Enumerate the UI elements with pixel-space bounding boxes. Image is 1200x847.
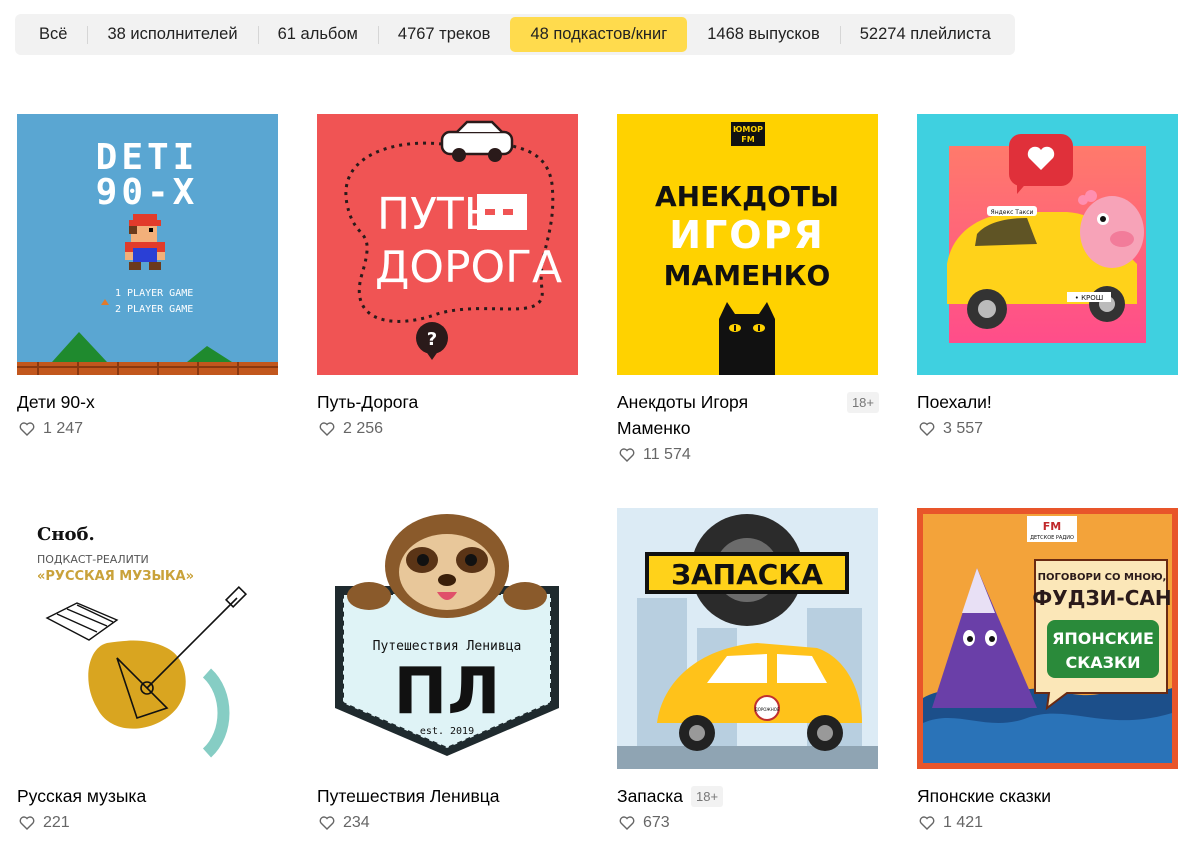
radio-logo: FM ДЕТСКОЕ РАДИО bbox=[1027, 516, 1077, 542]
heart-outline-icon[interactable] bbox=[919, 422, 935, 436]
podcast-title[interactable]: Путешествия Ленивца bbox=[317, 783, 500, 809]
cover-text: МАМЕНКО bbox=[664, 259, 831, 292]
podcast-card: ПУТЬ ДОРОГА ? Путь-Дорога 2 256 bbox=[317, 114, 579, 439]
brand-logo: Сноб. bbox=[37, 524, 95, 545]
cover-art-road: ПУТЬ ДОРОГА ? bbox=[317, 114, 578, 375]
heart-bubble-icon bbox=[1009, 134, 1073, 194]
podcast-cover[interactable]: ЮМОР FM АНЕКДОТЫ ИГОРЯ МАМЕНКО bbox=[617, 114, 878, 375]
heart-outline-icon[interactable] bbox=[319, 422, 335, 436]
podcast-title[interactable]: Путь-Дорога bbox=[317, 389, 418, 415]
cover-art-spare-tire: ЗАПАСКА ДОРОЖНОЕ bbox=[617, 508, 878, 769]
heart-outline-icon[interactable] bbox=[319, 816, 335, 830]
cover-text: 2 PLAYER GAME bbox=[115, 304, 193, 315]
likes-counter: 3 557 bbox=[917, 419, 1179, 439]
likes-counter: 234 bbox=[317, 813, 579, 833]
cover-text: ФУДЗИ-САН bbox=[1032, 586, 1171, 610]
svg-text:?: ? bbox=[427, 329, 437, 350]
cover-text: ИГОРЯ bbox=[669, 213, 824, 257]
svg-text:FM: FM bbox=[1043, 520, 1061, 533]
likes-counter: 11 574 bbox=[617, 445, 879, 465]
podcast-title[interactable]: Дети 90-х bbox=[17, 389, 95, 415]
podcast-card: ЮМОР FM АНЕКДОТЫ ИГОРЯ МАМЕНКО Анекдоты … bbox=[617, 114, 879, 465]
tab-playlists[interactable]: 52274 плейлиста bbox=[839, 17, 1011, 52]
likes-count: 2 256 bbox=[343, 420, 384, 437]
cover-art-retro-game: DETI 90-X 1 PLAYER GAME 2 PLAYER GAME bbox=[17, 114, 278, 375]
heart-outline-icon[interactable] bbox=[19, 422, 35, 436]
cover-text: СКАЗКИ bbox=[1065, 653, 1140, 672]
likes-counter: 221 bbox=[17, 813, 279, 833]
cover-text: Путешествия Ленивца bbox=[373, 639, 522, 654]
likes-count: 1 247 bbox=[43, 420, 84, 437]
cover-art-sloth: Путешествия Ленивца ПЛ est. 2019 bbox=[317, 508, 578, 769]
cover-art-jokes: ЮМОР FM АНЕКДОТЫ ИГОРЯ МАМЕНКО bbox=[617, 114, 878, 375]
podcast-title[interactable]: Поехали! bbox=[917, 389, 992, 415]
podcast-title[interactable]: Анекдоты Игоря Маменко bbox=[617, 389, 817, 441]
cover-text: est. 2019 bbox=[420, 726, 474, 737]
likes-count: 234 bbox=[343, 814, 370, 831]
cover-text: ДОРОГА bbox=[375, 242, 562, 293]
heart-outline-icon[interactable] bbox=[619, 816, 635, 830]
cover-text: ПОДКАСТ-РЕАЛИТИ bbox=[37, 553, 149, 566]
heart-outline-icon[interactable] bbox=[19, 816, 35, 830]
age-rating-badge: 18+ bbox=[691, 786, 724, 807]
cover-text: ЯПОНСКИЕ bbox=[1052, 629, 1154, 648]
cover-art-taxi: Яндекс Такси • КРОШ bbox=[917, 114, 1178, 375]
cover-text: ЗАПАСКА bbox=[671, 558, 823, 591]
podcast-title[interactable]: Японские сказки bbox=[917, 783, 1051, 809]
podcast-card: Яндекс Такси • КРОШ Поехали! 3 557 bbox=[917, 114, 1179, 439]
svg-text:ДОРОЖНОЕ: ДОРОЖНОЕ bbox=[755, 707, 780, 712]
cover-text: АНЕКДОТЫ bbox=[655, 180, 839, 213]
likes-count: 221 bbox=[43, 814, 70, 831]
svg-text:• КРОШ: • КРОШ bbox=[1075, 294, 1104, 302]
likes-counter: 673 bbox=[617, 813, 879, 833]
heart-outline-icon[interactable] bbox=[919, 816, 935, 830]
svg-text:Яндекс Такси: Яндекс Такси bbox=[991, 209, 1034, 216]
likes-count: 3 557 bbox=[943, 420, 984, 437]
cover-art-russian-music: Сноб. ПОДКАСТ-РЕАЛИТИ «РУССКАЯ МУЗЫКА» bbox=[17, 508, 278, 769]
podcast-title[interactable]: Русская музыка bbox=[17, 783, 146, 809]
podcast-cover[interactable]: Путешествия Ленивца ПЛ est. 2019 bbox=[317, 508, 578, 769]
cover-text: ПОГОВОРИ СО МНОЮ, bbox=[1038, 572, 1167, 583]
humor-fm-logo: ЮМОР FM bbox=[731, 122, 765, 146]
podcast-card: ЗАПАСКА ДОРОЖНОЕ Запаска 18+ 673 bbox=[617, 508, 879, 833]
tab-episodes[interactable]: 1468 выпусков bbox=[687, 17, 840, 52]
heart-outline-icon[interactable] bbox=[619, 448, 635, 462]
likes-counter: 2 256 bbox=[317, 419, 579, 439]
podcast-cover[interactable]: Яндекс Такси • КРОШ bbox=[917, 114, 1178, 375]
tab-tracks[interactable]: 4767 треков bbox=[377, 17, 511, 52]
cover-text: 1 PLAYER GAME bbox=[115, 288, 193, 299]
likes-count: 673 bbox=[643, 814, 670, 831]
podcast-card: Сноб. ПОДКАСТ-РЕАЛИТИ «РУССКАЯ МУЗЫКА» Р… bbox=[17, 508, 279, 833]
cover-text: «РУССКАЯ МУЗЫКА» bbox=[37, 569, 194, 584]
tab-podcasts-books[interactable]: 48 подкастов/книг bbox=[510, 17, 688, 52]
likes-counter: 1 247 bbox=[17, 419, 279, 439]
svg-text:FM: FM bbox=[741, 135, 754, 144]
tab-all[interactable]: Всё bbox=[19, 17, 87, 52]
tab-artists[interactable]: 38 исполнителей bbox=[87, 17, 257, 52]
podcast-card: Путешествия Ленивца ПЛ est. 2019 Путешес… bbox=[317, 508, 579, 833]
cover-art-japanese-tales: FM ДЕТСКОЕ РАДИО ПОГОВОРИ СО МНОЮ, ФУДЗИ… bbox=[917, 508, 1178, 769]
cover-text: 90-X bbox=[96, 172, 199, 213]
podcast-cover[interactable]: ПУТЬ ДОРОГА ? bbox=[317, 114, 578, 375]
podcast-cover[interactable]: ЗАПАСКА ДОРОЖНОЕ bbox=[617, 508, 878, 769]
likes-count: 1 421 bbox=[943, 814, 984, 831]
podcast-card: DETI 90-X 1 PLAYER GAME 2 PLAYER GAME Де… bbox=[17, 114, 279, 439]
age-rating-badge: 18+ bbox=[846, 392, 879, 413]
likes-count: 11 574 bbox=[643, 446, 691, 463]
podcast-cover[interactable]: Сноб. ПОДКАСТ-РЕАЛИТИ «РУССКАЯ МУЗЫКА» bbox=[17, 508, 278, 769]
likes-counter: 1 421 bbox=[917, 813, 1179, 833]
podcast-card: FM ДЕТСКОЕ РАДИО ПОГОВОРИ СО МНОЮ, ФУДЗИ… bbox=[917, 508, 1179, 833]
svg-text:ДЕТСКОЕ РАДИО: ДЕТСКОЕ РАДИО bbox=[1030, 535, 1074, 541]
tab-albums[interactable]: 61 альбом bbox=[257, 17, 378, 52]
podcast-title[interactable]: Запаска bbox=[617, 783, 683, 809]
podcast-cover[interactable]: FM ДЕТСКОЕ РАДИО ПОГОВОРИ СО МНОЮ, ФУДЗИ… bbox=[917, 508, 1178, 769]
cover-text: ПУТЬ bbox=[377, 189, 494, 240]
podcast-cover[interactable]: DETI 90-X 1 PLAYER GAME 2 PLAYER GAME bbox=[17, 114, 278, 375]
search-category-tabs: Всё 38 исполнителей 61 альбом 4767 треко… bbox=[15, 14, 1015, 55]
cover-text: ПЛ bbox=[394, 655, 501, 729]
svg-text:ЮМОР: ЮМОР bbox=[733, 125, 763, 134]
